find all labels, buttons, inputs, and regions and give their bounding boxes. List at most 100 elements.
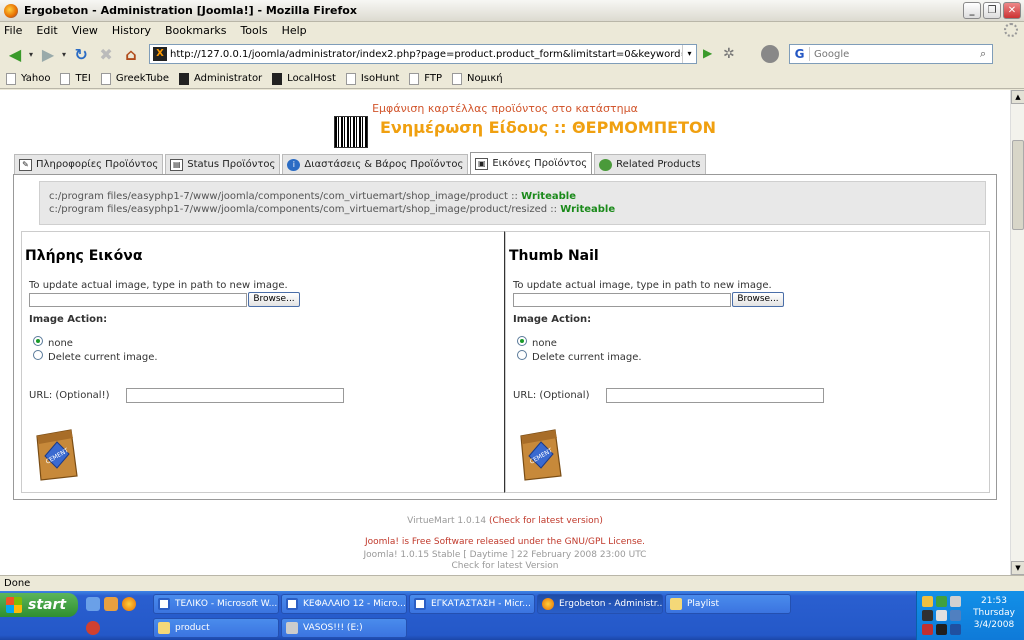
thumbnail-none-label: none: [532, 338, 557, 349]
stop-icon[interactable]: ✖: [95, 43, 117, 65]
search-input[interactable]: [810, 48, 975, 60]
tray-icon-7[interactable]: [922, 624, 933, 635]
taskbar-button-teliko[interactable]: ΤΕΛΙΚΟ - Microsoft W...: [153, 594, 279, 614]
tab-product-info[interactable]: ✎ Πληροφορίες Προϊόντος: [14, 154, 164, 174]
vertical-scrollbar[interactable]: ▲ ▼: [1010, 90, 1024, 575]
menu-history[interactable]: History: [112, 24, 151, 37]
taskbar-button-product[interactable]: product: [153, 618, 279, 638]
bookmark-isohunt[interactable]: IsoHunt: [345, 72, 399, 85]
scroll-down-icon[interactable]: ▼: [1011, 561, 1024, 575]
images-panel: c:/program files/easyphp1-7/www/joomla/c…: [13, 174, 997, 500]
status-bar: Done: [0, 575, 1024, 591]
restore-button[interactable]: ❐: [983, 2, 1001, 19]
home-icon[interactable]: ⌂: [120, 43, 142, 65]
thumbnail-url-input[interactable]: [606, 388, 824, 403]
menu-view[interactable]: View: [72, 24, 98, 37]
menu-tools[interactable]: Tools: [240, 24, 267, 37]
footer-virtuemart: VirtueMart 1.0.14 (Check for latest vers…: [407, 516, 603, 526]
taskbar-button-egkatastasi[interactable]: ΕΓΚΑΤΑΣΤΑΣΗ - Micr...: [409, 594, 535, 614]
tray-icon-9[interactable]: [950, 624, 961, 635]
forward-icon[interactable]: ▶: [37, 43, 59, 65]
tray-icon-6[interactable]: [950, 610, 961, 621]
back-history-dropdown[interactable]: ▾: [29, 50, 33, 59]
full-image-none-radio[interactable]: [33, 336, 43, 346]
bookmark-ftp[interactable]: FTP: [409, 72, 442, 85]
joomla-link[interactable]: Joomla!: [365, 537, 399, 547]
close-button[interactable]: ✕: [1003, 2, 1021, 19]
tray-icon-4[interactable]: [922, 610, 933, 621]
scroll-up-icon[interactable]: ▲: [1011, 90, 1024, 104]
clock-date: 3/4/2008: [973, 620, 1015, 630]
quicklaunch-ie-icon[interactable]: [86, 597, 100, 611]
bookmark-administrator[interactable]: Administrator: [179, 72, 262, 85]
bookmark-greektube[interactable]: GreekTube: [100, 72, 169, 85]
full-image-update-text: To update actual image, type in path to …: [29, 280, 288, 291]
reload-icon[interactable]: ↻: [70, 43, 92, 65]
menu-edit[interactable]: Edit: [36, 24, 57, 37]
menu-bookmarks[interactable]: Bookmarks: [165, 24, 226, 37]
search-icon[interactable]: ⌕: [974, 47, 992, 61]
thumbnail-section: Thumb Nail To update actual image, type …: [505, 231, 990, 493]
tab-related-products[interactable]: Related Products: [594, 154, 706, 174]
view-product-link[interactable]: Εμφάνιση καρτέλλας προϊόντος στο κατάστη…: [0, 102, 1010, 115]
taskbar-button-playlist[interactable]: Playlist: [665, 594, 791, 614]
taskbar-button-kefalaio[interactable]: ΚΕΦΑΛΑΙΟ 12 - Micro...: [281, 594, 407, 614]
joomla-icon: [179, 72, 189, 85]
quicklaunch-app-icon[interactable]: [86, 621, 100, 635]
quicklaunch-media-icon[interactable]: [104, 597, 118, 611]
back-icon[interactable]: ◀: [4, 43, 26, 65]
taskbar-button-vasos-drive[interactable]: VASOS!!! (E:): [281, 618, 407, 638]
tray-icon-3[interactable]: [950, 596, 961, 607]
title-bar: Ergobeton - Administration [Joomla!] - M…: [0, 0, 1024, 22]
url-text[interactable]: http://127.0.0.1/joomla/administrator/in…: [170, 49, 682, 60]
product-tabs: ✎ Πληροφορίες Προϊόντος ▤ Status Προϊόντος…: [14, 152, 708, 174]
folder-icon: [670, 598, 682, 610]
extension-icon[interactable]: ✲: [723, 46, 741, 62]
thumbnail-file-input[interactable]: [513, 293, 731, 307]
taskbar-button-firefox[interactable]: Ergobeton - Administr...: [537, 594, 663, 614]
bookmark-yahoo[interactable]: Yahoo: [6, 72, 50, 85]
minimize-button[interactable]: _: [963, 2, 981, 19]
tab-product-status[interactable]: ▤ Status Προϊόντος: [165, 154, 281, 174]
site-favicon: X: [153, 47, 168, 61]
tray-icon-1[interactable]: [922, 596, 933, 607]
scroll-thumb[interactable]: [1012, 140, 1024, 230]
google-engine-icon[interactable]: G: [790, 47, 811, 61]
go-icon[interactable]: ▶: [703, 46, 719, 62]
bookmark-tei[interactable]: TEI: [60, 72, 91, 85]
quicklaunch-firefox-icon[interactable]: [122, 597, 136, 611]
page-icon: [100, 72, 111, 85]
url-dropdown-icon[interactable]: ▾: [682, 45, 696, 63]
bookmark-localhost[interactable]: LocalHost: [272, 72, 336, 85]
page-icon: [6, 72, 16, 85]
windows-logo-icon: [6, 597, 22, 613]
full-image-file-input[interactable]: [29, 293, 247, 307]
full-image-delete-label: Delete current image.: [48, 352, 158, 363]
tray-icon-2[interactable]: [936, 596, 947, 607]
thumbnail-browse-button[interactable]: Browse...: [732, 292, 784, 307]
start-button[interactable]: start: [0, 593, 78, 617]
search-box[interactable]: G ⌕: [789, 44, 994, 64]
full-image-delete-radio[interactable]: [33, 350, 43, 360]
thumbnail-update-text: To update actual image, type in path to …: [513, 280, 772, 291]
menu-file[interactable]: File: [4, 24, 22, 37]
tray-icon-8[interactable]: [936, 624, 947, 635]
tab-product-images[interactable]: ▣ Εικόνες Προϊόντος: [470, 152, 593, 174]
full-image-browse-button[interactable]: Browse...: [248, 292, 300, 307]
full-image-section: Πλήρης Εικόνα To update actual image, ty…: [21, 231, 505, 493]
taskbar: start ΤΕΛΙΚΟ - Microsoft W... ΚΕΦΑΛΑΙΟ 1…: [0, 591, 1024, 640]
greasemonkey-icon[interactable]: [761, 45, 780, 63]
forward-history-dropdown[interactable]: ▾: [62, 50, 66, 59]
tab-dimensions[interactable]: i Διαστάσεις & Βάρος Προϊόντος: [282, 154, 469, 174]
thumbnail-title: Thumb Nail: [509, 248, 599, 264]
full-image-url-input[interactable]: [126, 388, 344, 403]
bookmark-nomiki[interactable]: Νομική: [451, 72, 503, 85]
vm-check-version-link[interactable]: (Check for latest version): [489, 516, 603, 526]
tray-icon-5[interactable]: [936, 610, 947, 621]
menu-help[interactable]: Help: [282, 24, 307, 37]
joomla-check-version-link[interactable]: Check for latest Version: [0, 561, 1010, 571]
thumbnail-none-radio[interactable]: [517, 336, 527, 346]
address-bar[interactable]: X http://127.0.0.1/joomla/administrator/…: [149, 44, 698, 64]
thumbnail-delete-radio[interactable]: [517, 350, 527, 360]
clock[interactable]: 21:53 Thursday 3/4/2008: [965, 595, 1023, 631]
